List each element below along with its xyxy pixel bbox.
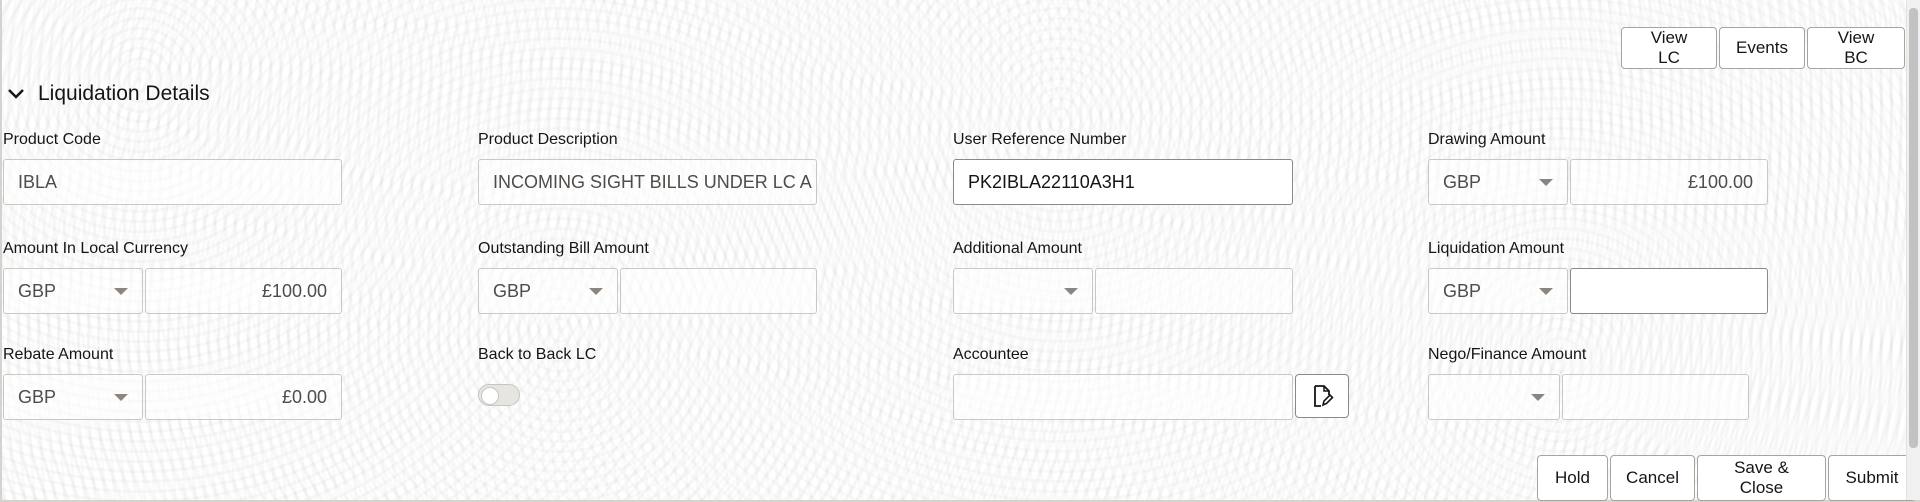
rebate-amount-value: £0.00 <box>281 386 327 407</box>
rebate-currency: GBP <box>18 386 57 407</box>
save-close-button[interactable]: Save & Close <box>1697 455 1826 501</box>
submit-button[interactable]: Submit <box>1828 455 1916 501</box>
document-edit-icon <box>1314 385 1334 407</box>
liquidation-amount-currency-select[interactable]: GBP <box>1428 268 1568 314</box>
rebate-amount-label: Rebate Amount <box>3 346 114 363</box>
product-description-value: INCOMING SIGHT BILLS UNDER LC A <box>493 171 812 192</box>
product-code-label: Product Code <box>3 131 101 148</box>
back-to-back-lc-label: Back to Back LC <box>478 346 597 363</box>
outstanding-bill-amount-label: Outstanding Bill Amount <box>478 240 649 257</box>
outstanding-bill-amount-field[interactable] <box>620 268 817 314</box>
accountee-lookup-button[interactable] <box>1295 374 1349 418</box>
section-header[interactable]: Liquidation Details <box>6 82 210 106</box>
section-title: Liquidation Details <box>38 82 210 105</box>
hold-button[interactable]: Hold <box>1537 455 1608 501</box>
product-description-field[interactable]: INCOMING SIGHT BILLS UNDER LC A <box>478 159 817 205</box>
nego-finance-amount-field[interactable] <box>1562 374 1749 420</box>
caret-down-icon <box>1539 287 1553 295</box>
additional-amount-label: Additional Amount <box>953 240 1082 257</box>
accountee-label: Accountee <box>953 346 1029 363</box>
liquidation-amount-currency: GBP <box>1443 280 1482 301</box>
liquidation-amount-label: Liquidation Amount <box>1428 240 1565 257</box>
caret-down-icon <box>1531 393 1545 401</box>
back-to-back-lc-toggle[interactable] <box>478 384 520 406</box>
product-code-value: IBLA <box>18 171 58 192</box>
bottom-action-bar: Hold Cancel Save & Close Submit <box>1537 455 1918 501</box>
user-reference-number-value: PK2IBLA22110A3H1 <box>968 171 1135 192</box>
user-reference-number-field[interactable]: PK2IBLA22110A3H1 <box>953 159 1293 205</box>
scrollbar-thumb[interactable] <box>1909 8 1918 448</box>
amount-in-local-currency-field[interactable]: £100.00 <box>145 268 342 314</box>
accountee-field[interactable] <box>953 374 1293 420</box>
events-button[interactable]: Events <box>1719 27 1805 69</box>
view-lc-button[interactable]: View LC <box>1621 27 1717 69</box>
amount-in-local-currency-label: Amount In Local Currency <box>3 240 188 257</box>
product-code-field[interactable]: IBLA <box>3 159 342 205</box>
additional-amount-currency-select[interactable] <box>953 268 1093 314</box>
chevron-down-icon[interactable] <box>6 84 26 104</box>
user-reference-number-label: User Reference Number <box>953 131 1127 148</box>
top-action-bar: View LC Events View BC <box>1621 27 1907 69</box>
outstanding-bill-currency: GBP <box>493 280 532 301</box>
product-description-label: Product Description <box>478 131 618 148</box>
caret-down-icon <box>1064 287 1078 295</box>
nego-finance-currency-select[interactable] <box>1428 374 1560 420</box>
local-currency: GBP <box>18 280 57 301</box>
amount-in-local-currency-value: £100.00 <box>261 280 327 301</box>
nego-finance-amount-label: Nego/Finance Amount <box>1428 346 1587 363</box>
rebate-currency-select[interactable]: GBP <box>3 374 143 420</box>
rebate-amount-field[interactable]: £0.00 <box>145 374 342 420</box>
drawing-amount-currency: GBP <box>1443 171 1482 192</box>
local-currency-select[interactable]: GBP <box>3 268 143 314</box>
view-bc-button[interactable]: View BC <box>1807 27 1905 69</box>
cancel-button[interactable]: Cancel <box>1610 455 1695 501</box>
caret-down-icon <box>114 393 128 401</box>
drawing-amount-currency-select[interactable]: GBP <box>1428 159 1568 205</box>
drawing-amount-value: £100.00 <box>1687 171 1753 192</box>
caret-down-icon <box>589 287 603 295</box>
vertical-scrollbar[interactable] <box>1906 0 1920 500</box>
drawing-amount-field[interactable]: £100.00 <box>1570 159 1768 205</box>
caret-down-icon <box>1539 178 1553 186</box>
drawing-amount-label: Drawing Amount <box>1428 131 1546 148</box>
outstanding-bill-currency-select[interactable]: GBP <box>478 268 618 314</box>
caret-down-icon <box>114 287 128 295</box>
additional-amount-field[interactable] <box>1095 268 1293 314</box>
liquidation-amount-field[interactable] <box>1570 268 1768 314</box>
